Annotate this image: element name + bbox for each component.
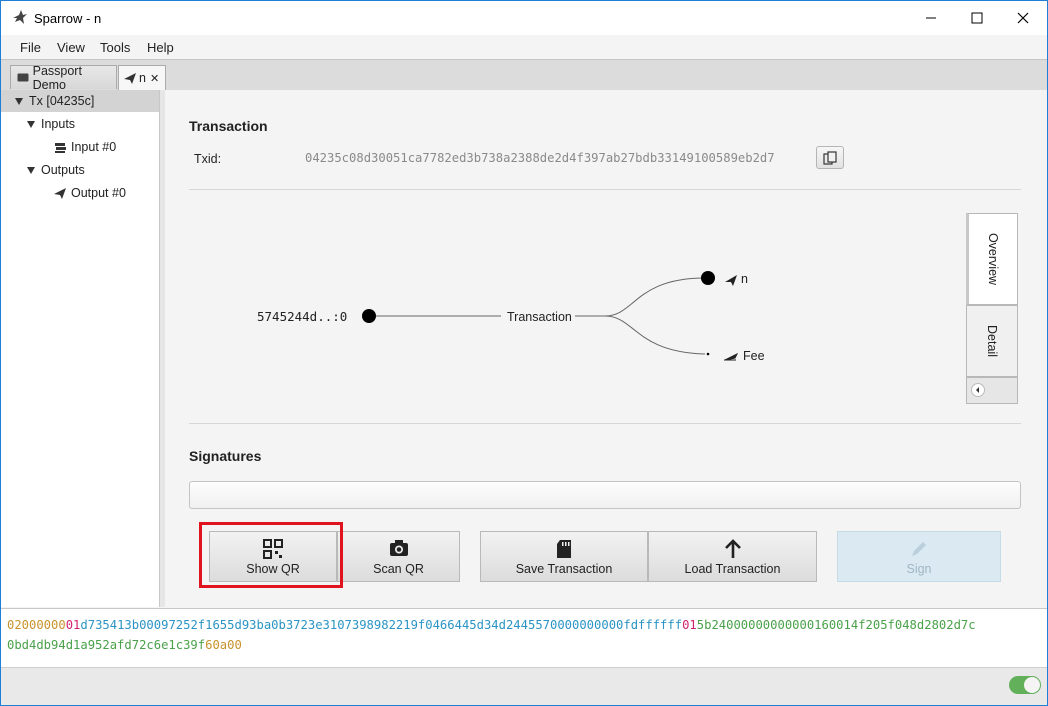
- title-bar: Sparrow - n: [1, 1, 1047, 35]
- tree-item-tx[interactable]: Tx [04235c]: [1, 90, 159, 112]
- tab-label: n: [139, 71, 146, 85]
- online-toggle[interactable]: [1009, 676, 1041, 694]
- tree-item-label: Inputs: [41, 117, 76, 131]
- tab-overview[interactable]: Overview: [966, 213, 1018, 305]
- transaction-tree: Tx [04235c] Inputs Input #0 Outputs Outp…: [1, 90, 160, 607]
- sign-button[interactable]: Sign: [837, 531, 1001, 582]
- hex-input-count: 01: [65, 618, 81, 632]
- highlight-box: [199, 522, 343, 588]
- app-window: Sparrow - n File View Tools Help Passpor…: [0, 0, 1048, 706]
- tree-item-output-0[interactable]: Output #0: [1, 182, 159, 204]
- tree-item-label: Input #0: [71, 140, 117, 154]
- hex-line: 0200000001d735413b00097252f1655d93ba0b37…: [7, 618, 976, 632]
- menu-file[interactable]: File: [20, 40, 41, 55]
- copy-icon: [823, 150, 837, 165]
- tab-label: Detail: [985, 325, 999, 357]
- paper-plane-icon: [54, 188, 66, 199]
- fee-icon: [724, 352, 739, 361]
- fee-curve: [604, 315, 706, 355]
- tab-detail[interactable]: Detail: [966, 305, 1018, 377]
- button-label: Scan QR: [373, 562, 424, 576]
- close-window-button[interactable]: [1000, 1, 1046, 35]
- hex-inputs: d735413b00097252f1655d93ba0b3723e3107398…: [80, 618, 683, 632]
- signatures-progress: [189, 481, 1021, 509]
- hex-outputs: 5b24000000000000160014f205f048d2802d7c: [696, 618, 976, 632]
- hex-output-count: 01: [682, 618, 697, 632]
- camera-icon: [389, 540, 408, 556]
- tab-label: Passport Demo: [32, 63, 82, 92]
- txid-label: Txid:: [194, 152, 222, 166]
- menu-view[interactable]: View: [57, 40, 85, 55]
- signatures-heading: Signatures: [189, 448, 262, 464]
- window-title: Sparrow - n: [34, 11, 102, 26]
- coins-icon: [55, 143, 66, 153]
- transaction-node-label: Transaction: [507, 310, 572, 324]
- side-tab-scroll-area: [966, 377, 1018, 404]
- fee-label: Fee: [743, 349, 765, 363]
- expand-icon[interactable]: [27, 120, 35, 128]
- chevron-left-icon: [976, 387, 979, 393]
- hex-line: 0bd4db94d1a952afd72c6e1c39f60a00: [7, 638, 242, 652]
- tab-bar: Passport Demo n ✕: [1, 59, 1047, 92]
- tab-close-icon[interactable]: ✕: [150, 72, 159, 85]
- sparrow-logo-icon: [12, 9, 28, 25]
- button-label: Sign: [906, 562, 932, 576]
- minimize-button[interactable]: [908, 1, 954, 35]
- menu-bar: File View Tools Help: [1, 35, 1047, 59]
- tree-item-inputs[interactable]: Inputs: [1, 113, 159, 135]
- toggle-knob: [1024, 677, 1040, 693]
- output-node[interactable]: [701, 271, 715, 285]
- minimize-icon: [926, 17, 936, 19]
- divider: [189, 423, 1021, 424]
- close-icon: [1017, 12, 1029, 24]
- output-label[interactable]: n: [741, 272, 748, 286]
- button-label: Save Transaction: [515, 562, 613, 576]
- txid-value[interactable]: 04235c08d30051ca7782ed3b738a2388de2d4f39…: [305, 151, 775, 165]
- tree-item-label: Tx [04235c]: [29, 94, 95, 108]
- load-transaction-button[interactable]: Load Transaction: [648, 531, 817, 582]
- tree-item-label: Output #0: [71, 186, 126, 200]
- button-label: Load Transaction: [684, 562, 781, 576]
- hex-outputs: 0bd4db94d1a952afd72c6e1c39f: [7, 638, 206, 652]
- transaction-diagram: [362, 271, 739, 361]
- input-node[interactable]: [362, 309, 376, 323]
- tab-label: Overview: [986, 232, 1000, 286]
- expand-icon[interactable]: [27, 166, 35, 174]
- status-bar: [1, 667, 1047, 705]
- hex-locktime: 60a00: [205, 638, 242, 652]
- tree-item-label: Outputs: [41, 163, 85, 177]
- scan-qr-button[interactable]: Scan QR: [337, 531, 460, 582]
- menu-help[interactable]: Help: [147, 40, 174, 55]
- scroll-left-button[interactable]: [971, 383, 985, 397]
- wallet-icon: [17, 73, 29, 82]
- tree-item-outputs[interactable]: Outputs: [1, 159, 159, 181]
- input-label[interactable]: 5745244d..:0: [257, 309, 347, 324]
- pen-icon: [912, 542, 926, 556]
- output-curve: [604, 277, 706, 317]
- transaction-hex[interactable]: 0200000001d735413b00097252f1655d93ba0b37…: [1, 608, 1047, 669]
- paper-plane-icon: [725, 275, 737, 286]
- fee-node: [706, 352, 710, 356]
- tab-passport-demo[interactable]: Passport Demo: [10, 63, 117, 92]
- menu-tools[interactable]: Tools: [100, 40, 130, 55]
- copy-txid-button[interactable]: [816, 146, 844, 169]
- maximize-button[interactable]: [954, 1, 1000, 35]
- paper-plane-icon: [124, 73, 136, 84]
- arrow-up-icon: [724, 539, 741, 558]
- maximize-icon: [971, 12, 983, 24]
- hex-version: 02000000: [7, 618, 66, 632]
- sd-card-icon: [557, 540, 571, 558]
- save-transaction-button[interactable]: Save Transaction: [480, 531, 648, 582]
- tab-n[interactable]: n ✕: [118, 65, 166, 90]
- expand-icon[interactable]: [15, 97, 23, 105]
- tree-item-input-0[interactable]: Input #0: [1, 136, 159, 158]
- transaction-heading: Transaction: [189, 118, 268, 134]
